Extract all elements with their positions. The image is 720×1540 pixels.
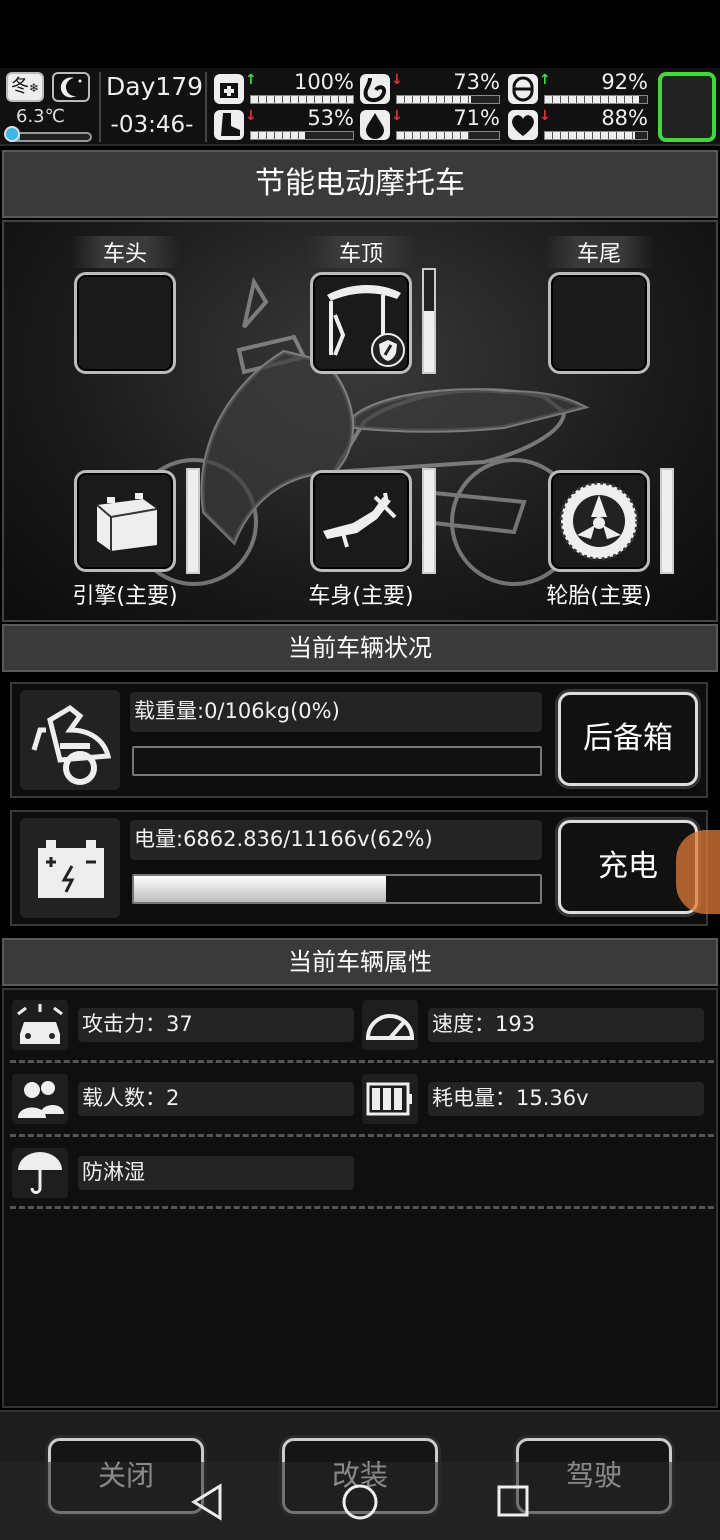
tire-label: 轮胎(主要): [546, 584, 652, 609]
stat-heart: ↓ 88%: [508, 106, 648, 142]
stat-bar: [544, 95, 648, 104]
temperature-value: 6.3℃: [16, 106, 65, 127]
engine-durability-bar: [186, 468, 200, 574]
divider: [10, 1060, 714, 1063]
stat-percent: 100%: [293, 70, 354, 94]
recents-nav-icon[interactable]: [496, 1484, 530, 1518]
stat-thirst: ↓ 71%: [360, 106, 500, 142]
slot-body[interactable]: [310, 470, 412, 572]
speed-value: 速度：193: [428, 1008, 704, 1042]
thermometer-icon: [4, 126, 20, 142]
game-clock: -03:46-: [110, 112, 194, 138]
attribute-speed: 速度：193: [362, 996, 712, 1054]
attribute-passengers: 载人数：2: [12, 1070, 362, 1128]
slot-engine[interactable]: [74, 470, 176, 572]
slot-label-rear: 车尾: [544, 236, 654, 268]
divider: [10, 1134, 714, 1137]
medkit-icon: [214, 74, 244, 104]
divider: [99, 72, 101, 142]
stat-percent: 53%: [307, 106, 354, 130]
battery-bar: [132, 874, 542, 904]
motorcycle-frame-icon: [323, 492, 397, 548]
shield-icon: [371, 333, 405, 367]
attribute-consumption: 耗电量：15.36v: [362, 1070, 712, 1128]
attribute-attack: 攻击力：37: [12, 996, 362, 1054]
body-durability-bar: [422, 468, 436, 574]
stat-bar: [544, 131, 648, 140]
trend-down-icon: ↓: [245, 108, 257, 124]
trend-down-icon: ↓: [391, 72, 403, 88]
stat-bar: [250, 131, 354, 140]
stat-percent: 71%: [453, 106, 500, 130]
season-label: 冬: [10, 76, 29, 97]
rainproof-value: 防淋湿: [78, 1156, 354, 1190]
slot-front[interactable]: [74, 272, 176, 374]
consumption-value: 耗电量：15.36v: [428, 1082, 704, 1116]
car-battery-icon: [20, 818, 120, 918]
battery-row: 电量:6862.836/11166v(62%) 充电: [10, 810, 708, 926]
water-drop-icon: [360, 110, 390, 140]
speedometer-icon: [362, 1000, 418, 1050]
cargo-scooter-icon: [20, 690, 120, 790]
car-attack-icon: [12, 1000, 68, 1050]
back-nav-icon[interactable]: [190, 1482, 224, 1522]
slot-roof[interactable]: [310, 272, 412, 374]
battery-icon: [362, 1074, 418, 1124]
stomach-icon: [360, 74, 390, 104]
attribute-rainproof: 防淋湿: [12, 1144, 362, 1202]
body-label: 车身(主要): [308, 584, 414, 609]
load-bar: [132, 746, 542, 776]
load-row: 载重量:0/106kg(0%) 后备箱: [10, 682, 708, 798]
stat-percent: 92%: [601, 70, 648, 94]
passengers-value: 载人数：2: [78, 1082, 354, 1116]
slot-label-front: 车头: [70, 236, 180, 268]
roof-durability-bar: [422, 268, 436, 374]
equipped-item-slot[interactable]: [658, 72, 716, 142]
stat-bar: [396, 95, 500, 104]
home-nav-icon[interactable]: [340, 1482, 380, 1522]
status-bar: 冬❄ 6.3℃ Day179 -03:46- ↑ 100% ↓ 73% ↑ 92% ↓ 53%…: [0, 68, 720, 146]
pill-icon: [508, 74, 538, 104]
heart-icon: [508, 110, 538, 140]
day-counter: Day179: [106, 72, 204, 101]
attack-value: 攻击力：37: [78, 1008, 354, 1042]
passengers-icon: [12, 1074, 68, 1124]
attributes-section-title: 当前车辆属性: [2, 938, 718, 986]
stat-health: ↑ 100%: [214, 70, 354, 106]
stat-hunger: ↓ 73%: [360, 70, 500, 106]
page-title: 节能电动摩托车: [2, 150, 718, 218]
stat-mood: ↑ 92%: [508, 70, 648, 106]
condition-section-title: 当前车辆状况: [2, 624, 718, 672]
trunk-button[interactable]: 后备箱: [558, 692, 698, 786]
trend-down-icon: ↓: [539, 108, 551, 124]
season-badge: 冬❄: [6, 72, 44, 102]
trend-down-icon: ↓: [391, 108, 403, 124]
stat-percent: 88%: [601, 106, 648, 130]
floating-badge-icon[interactable]: [676, 830, 720, 914]
slot-rear[interactable]: [548, 272, 650, 374]
system-nav-bar: [0, 1462, 720, 1540]
engine-label: 引擎(主要): [72, 584, 178, 609]
stat-stamina: ↓ 53%: [214, 106, 354, 142]
moon-icon: [52, 72, 90, 102]
vehicle-display: 车头 车顶 车尾 引擎(主要) 车身(主要) 轮胎(主要): [2, 220, 718, 622]
divider: [10, 1206, 714, 1209]
battery-text: 电量:6862.836/11166v(62%): [130, 820, 542, 860]
trend-up-icon: ↑: [539, 72, 551, 88]
attributes-panel: 攻击力：37 速度：193 载人数：2 耗电量：15.36v 防淋湿: [2, 988, 718, 1408]
battery-pack-icon: [96, 493, 158, 551]
stat-bar: [396, 131, 500, 140]
umbrella-icon: [12, 1148, 68, 1198]
tire-durability-bar: [660, 468, 674, 574]
boot-icon: [214, 110, 244, 140]
slot-tire[interactable]: [548, 470, 650, 572]
divider: [205, 72, 207, 142]
slot-label-roof: 车顶: [306, 236, 416, 268]
stat-bar: [250, 95, 354, 104]
trend-up-icon: ↑: [245, 72, 257, 88]
stat-percent: 73%: [453, 70, 500, 94]
wheel-icon: [559, 481, 639, 561]
load-text: 载重量:0/106kg(0%): [130, 692, 542, 732]
